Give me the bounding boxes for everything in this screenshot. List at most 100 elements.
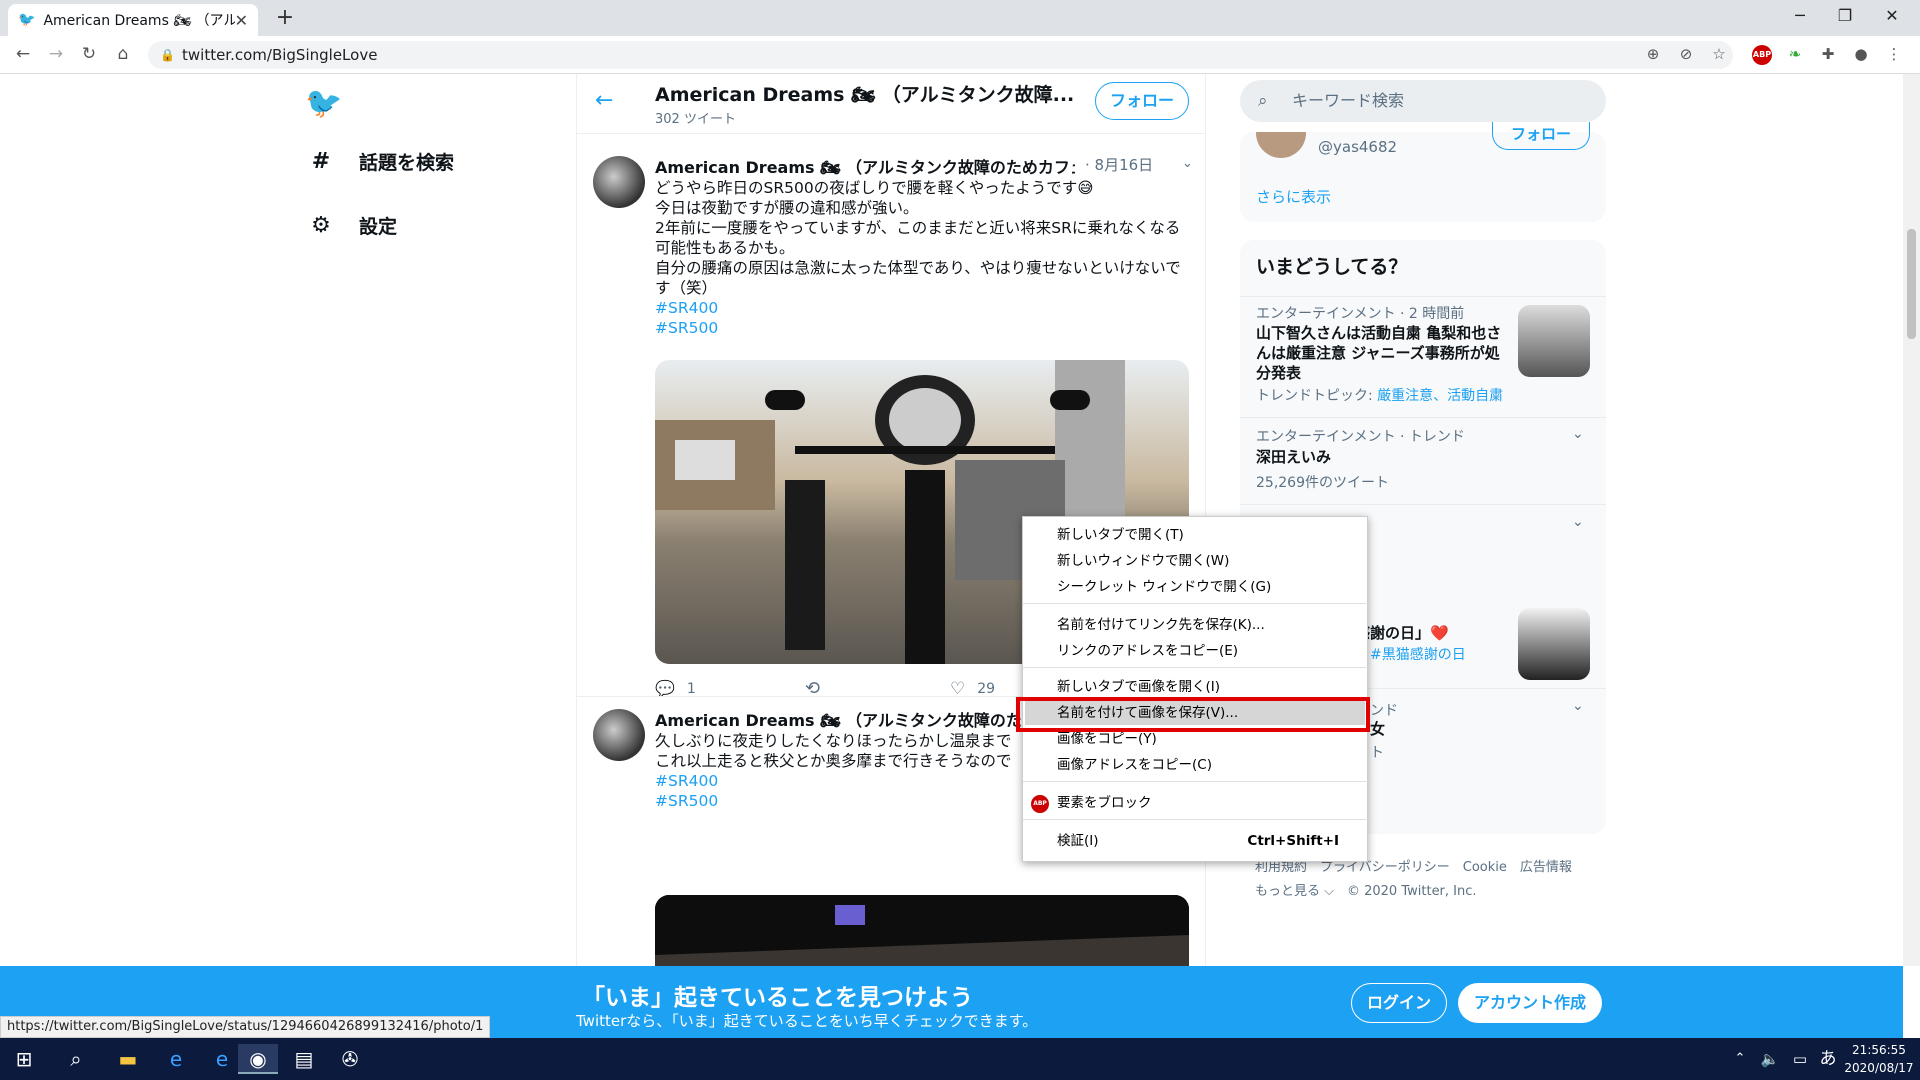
like-count: 29: [977, 680, 996, 697]
edge-icon[interactable]: e: [202, 1044, 242, 1074]
trend-title: 女: [1370, 720, 1386, 738]
taskbar-clock[interactable]: 21:56:55 2020/08/17: [1840, 1041, 1918, 1077]
nav-explore[interactable]: # 話題を検索: [305, 148, 454, 175]
tweet-count: 302 ツイート: [655, 112, 736, 127]
app-icon-2[interactable]: ✇: [330, 1044, 370, 1074]
app-icon[interactable]: ▤: [284, 1044, 324, 1074]
tweet-date[interactable]: · 8月16日: [1085, 154, 1153, 175]
back-nav-button[interactable]: ←: [12, 44, 34, 66]
bookmark-star-icon[interactable]: ☆: [1709, 45, 1729, 65]
extensions-puzzle-icon[interactable]: ✚: [1818, 45, 1838, 65]
cat-thumbnail: [1518, 608, 1590, 680]
user-handle[interactable]: @yas4682: [1318, 138, 1397, 156]
back-arrow-icon[interactable]: ←: [595, 88, 613, 113]
avatar[interactable]: [593, 709, 645, 761]
zoom-icon[interactable]: ⊕: [1643, 45, 1663, 65]
page-scrollbar[interactable]: [1903, 74, 1920, 966]
browser-tab[interactable]: 🐦 American Dreams 🏍 （アルミ ✕: [8, 4, 258, 36]
gear-icon: ⚙: [311, 213, 331, 238]
hashtag-icon: #: [311, 149, 331, 174]
close-tab-icon[interactable]: ✕: [235, 11, 248, 30]
tweet-line: 今日は夜勤ですが腰の違和感が強い。: [655, 199, 919, 217]
menu-open-image-new-tab[interactable]: 新しいタブで画像を開く(I): [1057, 675, 1357, 699]
show-more-link[interactable]: さらに表示: [1256, 186, 1331, 207]
avatar[interactable]: [593, 156, 645, 208]
menu-block-element[interactable]: 要素をブロック: [1057, 791, 1357, 815]
hidden-icon[interactable]: ⊘: [1676, 45, 1696, 65]
address-url: twitter.com/BigSingleLove: [182, 46, 378, 64]
tweet-photo[interactable]: [655, 895, 1189, 966]
extension-green-icon[interactable]: ❧: [1785, 45, 1805, 65]
chrome-icon[interactable]: ◉: [238, 1044, 278, 1074]
trend-thumbnail: [1518, 305, 1590, 377]
follow-user-button[interactable]: フォロー: [1492, 122, 1590, 150]
trend-partial: ト: [1370, 745, 1384, 761]
lock-icon: 🔒: [160, 48, 175, 62]
signup-button[interactable]: アカウント作成: [1458, 983, 1602, 1023]
chevron-down-icon[interactable]: ⌄: [1572, 698, 1584, 714]
browser-tabbar: 🐦 American Dreams 🏍 （アルミ ✕ + ─ ❐ ✕: [0, 0, 1920, 36]
who-to-follow-card: @yas4682 フォロー さらに表示: [1240, 122, 1606, 222]
chevron-down-icon[interactable]: ⌄: [1182, 156, 1193, 171]
follow-button[interactable]: フォロー: [1095, 82, 1189, 120]
menu-save-link-as[interactable]: 名前を付けてリンク先を保存(K)...: [1057, 613, 1357, 637]
trend-title: 山下智久さんは活動自粛 亀梨和也さんは厳重注意 ジャニーズ事務所が処分発表: [1256, 324, 1502, 382]
twitter-logo-icon[interactable]: 🐦: [305, 86, 342, 121]
menu-open-new-window[interactable]: 新しいウィンドウで開く(W): [1057, 549, 1357, 573]
tab-title: American Dreams 🏍 （アルミ: [43, 13, 235, 29]
tweet-line: 自分の腰痛の原因は急激に太った体型であり、やはり痩せないといけないです（笑）: [655, 259, 1181, 297]
windows-taskbar: ⊞ ⌕ ▬ e e ◉ ▤ ✇ ⌃ 🔈 ▭ あ 21:56:55 2020/08…: [0, 1038, 1920, 1080]
menu-copy-image-address[interactable]: 画像アドレスをコピー(C): [1057, 753, 1357, 777]
profile-avatar-icon[interactable]: ●: [1851, 45, 1871, 65]
hashtag-link[interactable]: #SR400: [655, 298, 1185, 318]
trend-title: 深田えいみ: [1256, 448, 1332, 466]
divider: [1240, 504, 1606, 505]
trends-title: いまどうしてる？: [1256, 256, 1408, 278]
menu-copy-link-address[interactable]: リンクのアドレスをコピー(E): [1057, 639, 1357, 663]
chevron-down-icon[interactable]: ⌄: [1572, 514, 1584, 530]
tweet-text: どうやら昨日のSR500の夜ばしりで腰を軽くやったようです😅 今日は夜勤ですが腰…: [655, 178, 1185, 338]
avatar[interactable]: [1256, 132, 1306, 158]
clock-date: 2020/08/17: [1844, 1061, 1914, 1075]
trend-item[interactable]: エンターテインメント · 2 時間前 山下智久さんは活動自粛 亀梨和也さんは厳重…: [1240, 297, 1606, 417]
search-input[interactable]: ⌕ キーワード検索: [1240, 80, 1606, 122]
trend-meta: ンド: [1370, 703, 1398, 719]
clock-time: 21:56:55: [1852, 1043, 1906, 1057]
trend-topic: トレンドトピック: 厳重注意、活動自粛: [1256, 385, 1516, 405]
scrollbar-thumb[interactable]: [1907, 229, 1916, 339]
tweet-line: どうやら昨日のSR500の夜ばしりで腰を軽くやったようです😅: [655, 179, 1094, 197]
nav-settings[interactable]: ⚙ 設定: [305, 212, 397, 239]
close-window-button[interactable]: ✕: [1872, 6, 1912, 30]
twitter-favicon-icon: 🐦: [18, 12, 36, 28]
adblock-icon[interactable]: ABP: [1752, 45, 1772, 65]
home-button[interactable]: ⌂: [112, 44, 134, 66]
restore-button[interactable]: ❐: [1825, 6, 1865, 30]
address-bar[interactable]: 🔒 twitter.com/BigSingleLove: [148, 41, 1733, 69]
forward-nav-button[interactable]: →: [45, 44, 67, 66]
browser-toolbar: ← → ↻ ⌂ 🔒 twitter.com/BigSingleLove ⊕ ⊘ …: [0, 36, 1920, 74]
nav-explore-label: 話題を検索: [359, 152, 455, 174]
menu-open-incognito[interactable]: シークレット ウィンドウで開く(G): [1057, 575, 1357, 599]
new-tab-button[interactable]: +: [272, 6, 298, 32]
menu-separator: [1023, 781, 1369, 782]
trend-hashtag[interactable]: #黒猫感謝の日: [1370, 644, 1466, 664]
reply-count: 1: [686, 680, 696, 697]
tweet-author[interactable]: American Dreams 🏍 （アルミタンク故障のためカフェレ...: [655, 154, 1075, 178]
profile-header: ← American Dreams 🏍 （アルミタンク故障... 302 ツイー…: [577, 74, 1205, 134]
file-explorer-icon[interactable]: ▬: [108, 1044, 148, 1074]
search-icon[interactable]: ⌕: [56, 1044, 96, 1074]
windows-start-icon[interactable]: ⊞: [4, 1044, 44, 1074]
reload-button[interactable]: ↻: [78, 44, 100, 66]
trend-topic-links[interactable]: 厳重注意、活動自粛: [1377, 388, 1503, 404]
internet-explorer-icon[interactable]: e: [156, 1044, 196, 1074]
menu-kebab-icon[interactable]: ⋮: [1884, 45, 1904, 65]
minimize-button[interactable]: ─: [1780, 6, 1820, 30]
hashtag-link[interactable]: #SR500: [655, 318, 1185, 338]
login-button[interactable]: ログイン: [1351, 983, 1447, 1023]
search-icon: ⌕: [1258, 91, 1268, 111]
menu-open-new-tab[interactable]: 新しいタブで開く(T): [1057, 523, 1357, 547]
footer-copyright[interactable]: もっと見る ⌵ © 2020 Twitter, Inc.: [1255, 880, 1477, 899]
chevron-down-icon[interactable]: ⌄: [1572, 426, 1584, 442]
menu-inspect[interactable]: 検証(I) Ctrl+Shift+I: [1057, 829, 1357, 853]
trend-item[interactable]: エンターテインメント · トレンド 深田えいみ 25,269件のツイート ⌄: [1240, 418, 1606, 498]
